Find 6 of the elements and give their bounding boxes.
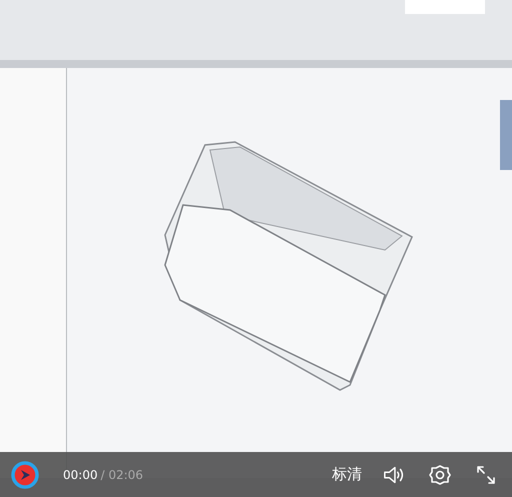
duration: / 02:06 [100,468,144,482]
fullscreen-icon[interactable] [474,464,498,486]
settings-icon[interactable] [428,464,452,486]
quality-button[interactable]: 标清 [332,465,362,484]
current-time: 00:00 [63,468,98,482]
play-logo-icon[interactable] [11,460,39,488]
